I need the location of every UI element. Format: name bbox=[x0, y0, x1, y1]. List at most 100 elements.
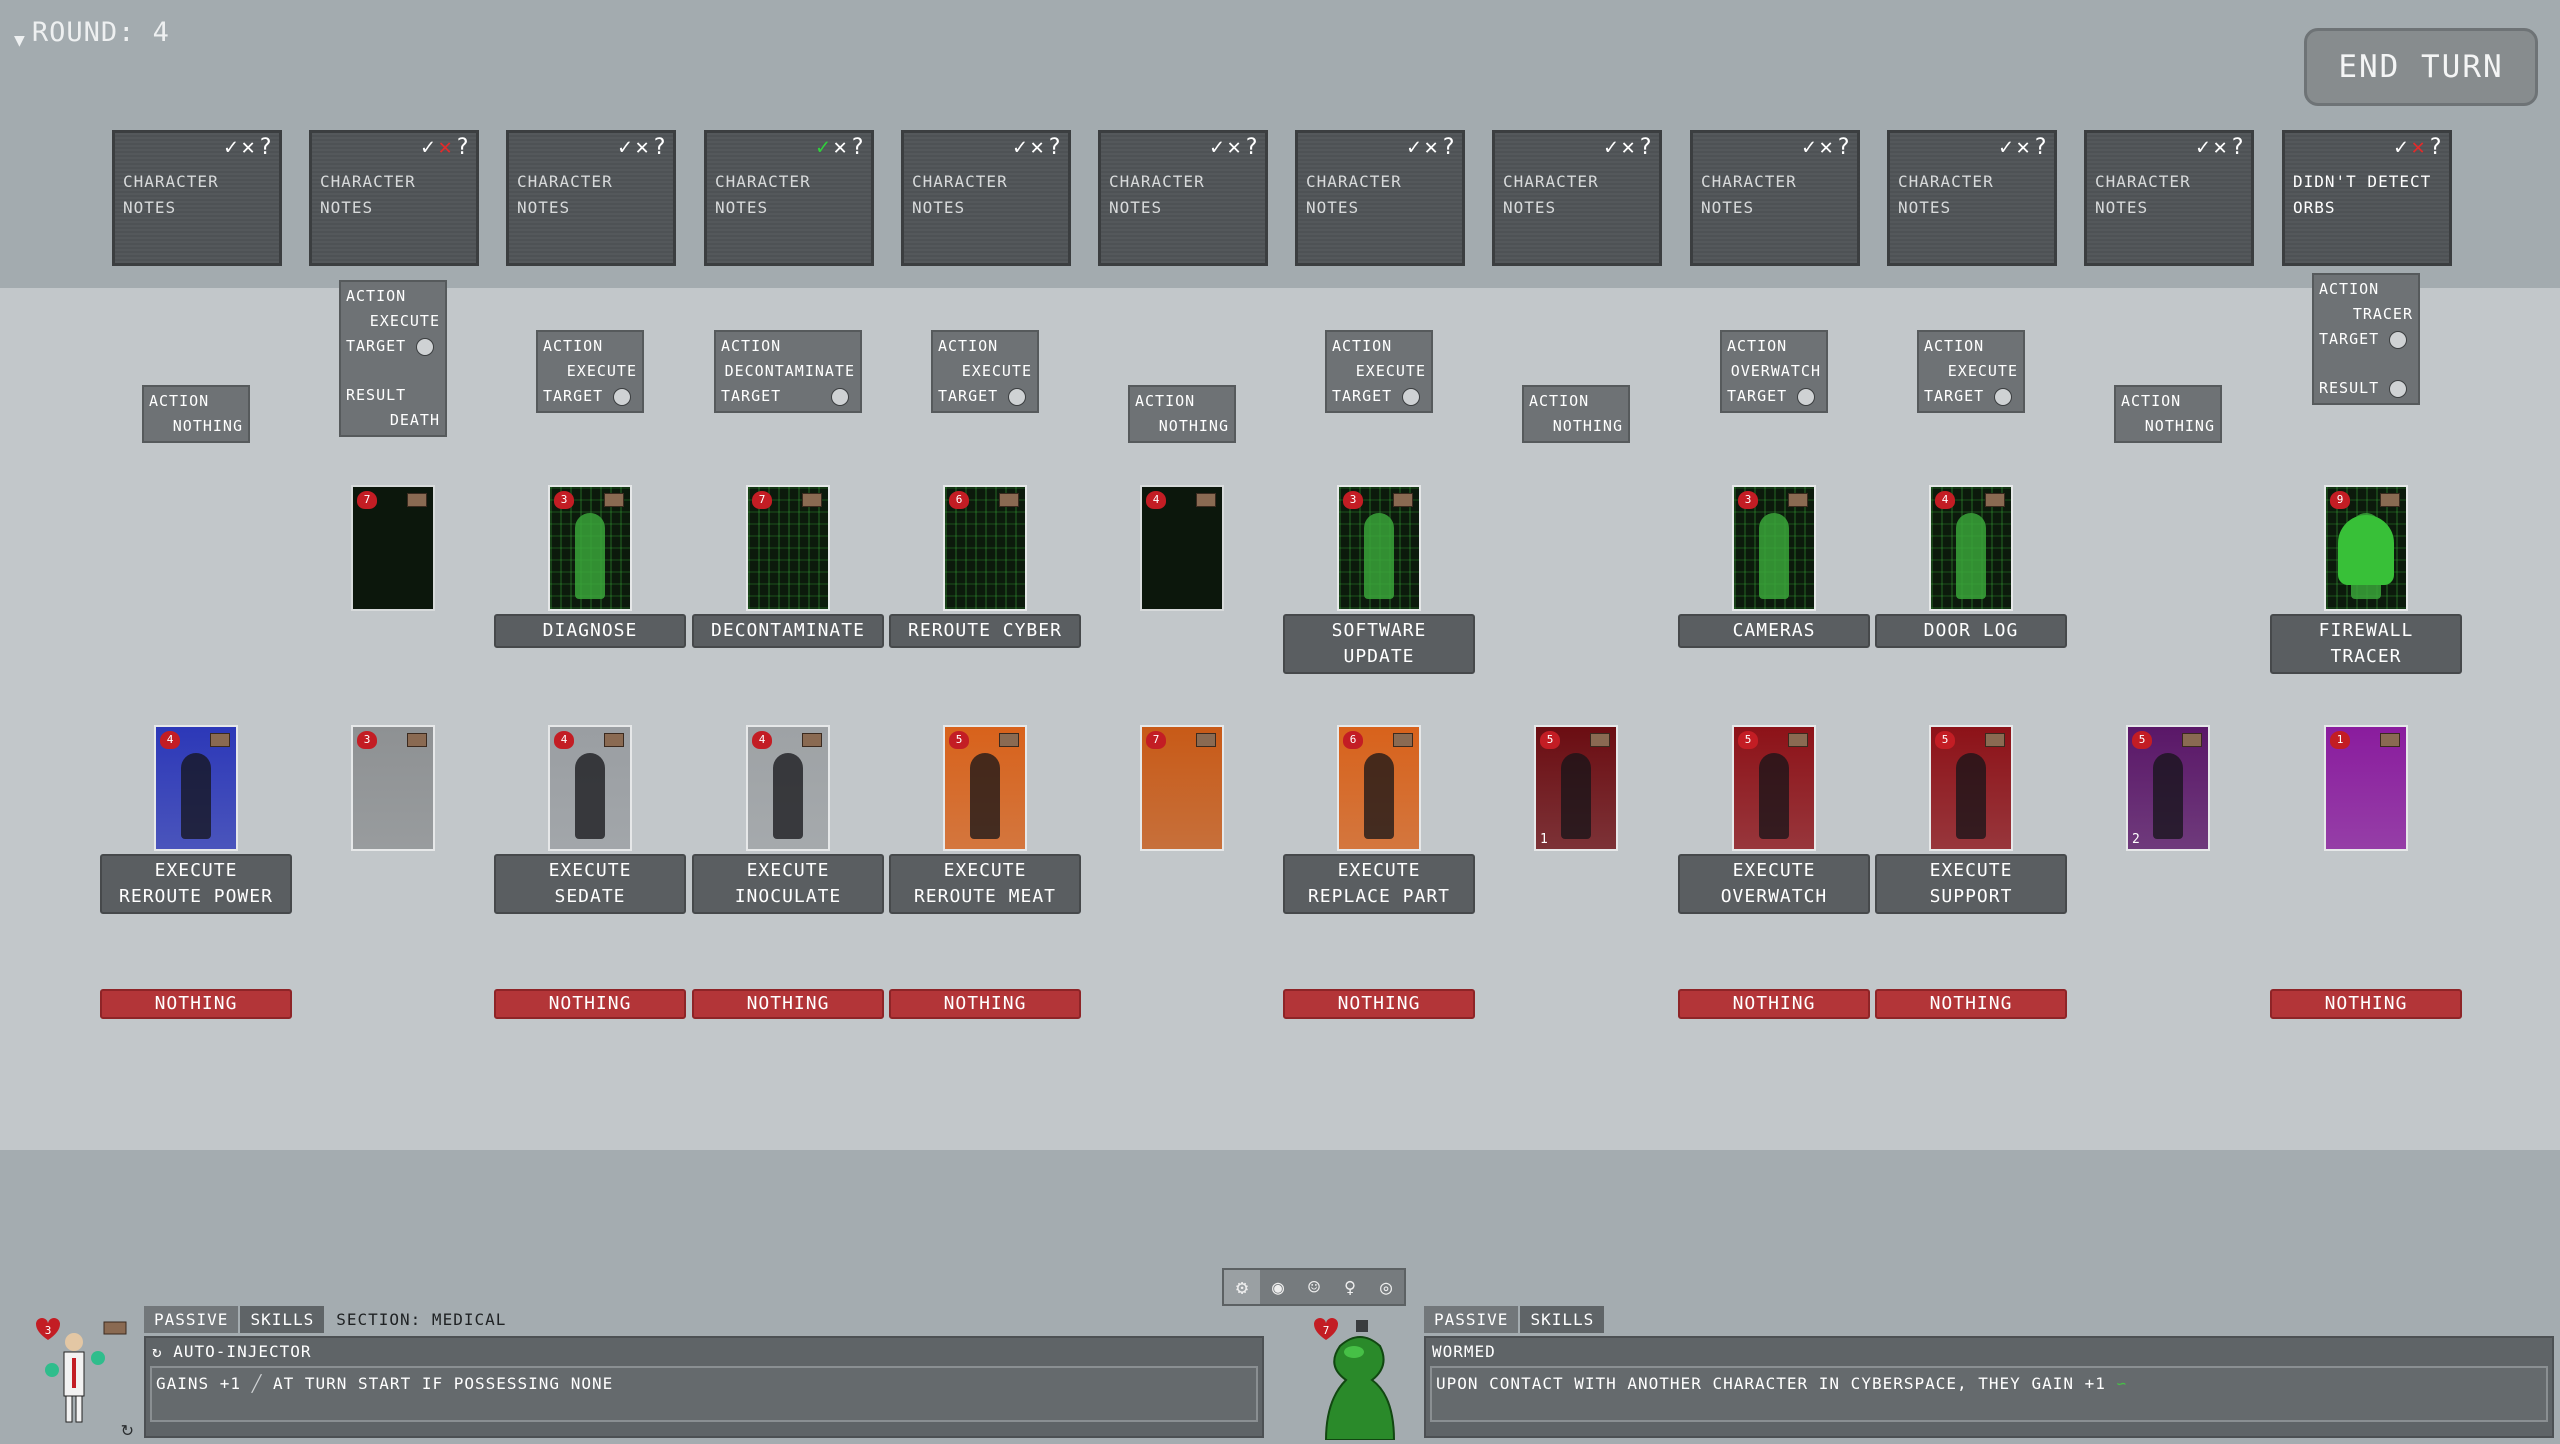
character-action-label[interactable]: EXECUTE OVERWATCH bbox=[1678, 854, 1870, 914]
action-summary-box[interactable]: ACTION NOTHING bbox=[2114, 385, 2222, 443]
action-summary-box[interactable]: ACTION DECONTAMINATE TARGET bbox=[714, 330, 862, 413]
question-icon[interactable]: ? bbox=[2429, 135, 2443, 160]
cyber-skill-label[interactable]: DECONTAMINATE bbox=[692, 614, 884, 648]
cyber-skill-label[interactable]: CAMERAS bbox=[1678, 614, 1870, 648]
cyber-skill-label[interactable]: DOOR LOG bbox=[1875, 614, 2067, 648]
character-action-label[interactable]: EXECUTE REROUTE POWER bbox=[100, 854, 292, 914]
question-icon[interactable]: ? bbox=[851, 135, 865, 160]
tab-skills[interactable]: SKILLS bbox=[1520, 1306, 1605, 1333]
cyber-skill-label[interactable]: SOFTWARE UPDATE bbox=[1283, 614, 1475, 674]
character-note-card[interactable]: ✓ ✕? CHARACTER NOTES bbox=[901, 130, 1071, 266]
action-summary-box[interactable]: ACTION OVERWATCH TARGET bbox=[1720, 330, 1828, 413]
x-icon[interactable]: ✕ bbox=[1820, 135, 1834, 160]
cyber-skill-label[interactable]: REROUTE CYBER bbox=[889, 614, 1081, 648]
character-note-card[interactable]: ✓ ✕? CHARACTER NOTES bbox=[1098, 130, 1268, 266]
worm-portrait[interactable]: 7 bbox=[1304, 1314, 1422, 1441]
check-icon[interactable]: ✓ bbox=[224, 135, 238, 160]
x-icon[interactable]: ✕ bbox=[1425, 135, 1439, 160]
character-card[interactable]: 51 bbox=[1534, 725, 1618, 851]
character-card[interactable]: 6 bbox=[1337, 725, 1421, 851]
character-note-card[interactable]: ✓ ✕? CHARACTER NOTES bbox=[1492, 130, 1662, 266]
check-icon[interactable]: ✓ bbox=[1604, 135, 1618, 160]
check-icon[interactable]: ✓ bbox=[1999, 135, 2013, 160]
tab-passive[interactable]: PASSIVE bbox=[1424, 1306, 1519, 1333]
action-summary-box[interactable]: ACTION NOTHING bbox=[1128, 385, 1236, 443]
x-icon[interactable]: ✕ bbox=[1622, 135, 1636, 160]
tab-passive[interactable]: PASSIVE bbox=[144, 1306, 239, 1333]
check-icon[interactable]: ✓ bbox=[816, 135, 830, 160]
x-icon[interactable]: ✕ bbox=[242, 135, 256, 160]
x-icon[interactable]: ✕ bbox=[1031, 135, 1045, 160]
character-note-card[interactable]: ✓ ✕? CHARACTER NOTES bbox=[704, 130, 874, 266]
cyber-card[interactable]: 4 bbox=[1140, 485, 1224, 611]
question-icon[interactable]: ? bbox=[1837, 135, 1851, 160]
doctor-portrait[interactable]: 3 ↻ bbox=[22, 1314, 140, 1440]
character-card[interactable]: 3 bbox=[351, 725, 435, 851]
round-indicator[interactable]: ▼ ROUND: 4 bbox=[14, 14, 170, 51]
check-icon[interactable]: ✓ bbox=[421, 135, 435, 160]
action-summary-box[interactable]: ACTION EXECUTE TARGET bbox=[931, 330, 1039, 413]
cyber-skill-label[interactable]: DIAGNOSE bbox=[494, 614, 686, 648]
check-icon[interactable]: ✓ bbox=[618, 135, 632, 160]
x-icon[interactable]: ✕ bbox=[439, 135, 453, 160]
character-card[interactable]: 4 bbox=[548, 725, 632, 851]
question-icon[interactable]: ? bbox=[2034, 135, 2048, 160]
character-card[interactable]: 7 bbox=[1140, 725, 1224, 851]
action-summary-box[interactable]: ACTION TRACER TARGET RESULT bbox=[2312, 273, 2420, 405]
cyber-card[interactable]: 4 bbox=[1929, 485, 2013, 611]
cyber-card[interactable]: 7 bbox=[746, 485, 830, 611]
check-icon[interactable]: ✓ bbox=[2394, 135, 2408, 160]
collapse-triangle-icon[interactable]: ▼ bbox=[14, 30, 26, 51]
x-icon[interactable]: ✕ bbox=[636, 135, 650, 160]
brain-icon[interactable]: ◎ bbox=[1368, 1270, 1404, 1304]
figure-icon[interactable]: ♀ bbox=[1332, 1270, 1368, 1304]
x-icon[interactable]: ✕ bbox=[2214, 135, 2228, 160]
character-note-card[interactable]: ✓ ✕? CHARACTER NOTES bbox=[1295, 130, 1465, 266]
character-note-card[interactable]: ✓ ✕? CHARACTER NOTES bbox=[506, 130, 676, 266]
character-action-label[interactable]: EXECUTE REPLACE PART bbox=[1283, 854, 1475, 914]
check-icon[interactable]: ✓ bbox=[2196, 135, 2210, 160]
character-note-card[interactable]: ✓ ✕? CHARACTER NOTES bbox=[2084, 130, 2254, 266]
orb-icon[interactable]: ◉ bbox=[1260, 1270, 1296, 1304]
x-icon[interactable]: ✕ bbox=[2017, 135, 2031, 160]
character-action-label[interactable]: EXECUTE SEDATE bbox=[494, 854, 686, 914]
character-note-card[interactable]: ✓ ✕? CHARACTER NOTES bbox=[1690, 130, 1860, 266]
x-icon[interactable]: ✕ bbox=[2412, 135, 2426, 160]
check-icon[interactable]: ✓ bbox=[1013, 135, 1027, 160]
face-icon[interactable]: ☺ bbox=[1296, 1270, 1332, 1304]
question-icon[interactable]: ? bbox=[1639, 135, 1653, 160]
cyber-card[interactable]: 3 bbox=[1732, 485, 1816, 611]
cyber-skill-label[interactable]: FIREWALL TRACER bbox=[2270, 614, 2462, 674]
character-note-card[interactable]: ✓ ✕? CHARACTER NOTES bbox=[309, 130, 479, 266]
action-summary-box[interactable]: ACTION EXECUTE TARGET bbox=[1917, 330, 2025, 413]
question-icon[interactable]: ? bbox=[456, 135, 470, 160]
action-summary-box[interactable]: ACTION NOTHING bbox=[1522, 385, 1630, 443]
action-summary-box[interactable]: ACTION EXECUTE TARGET bbox=[1325, 330, 1433, 413]
character-card[interactable]: 4 bbox=[154, 725, 238, 851]
character-card[interactable]: 4 bbox=[746, 725, 830, 851]
character-icon-tabs[interactable]: ⚙ ◉ ☺ ♀ ◎ bbox=[1222, 1268, 1406, 1306]
character-action-label[interactable]: EXECUTE INOCULATE bbox=[692, 854, 884, 914]
character-note-card[interactable]: ✓ ✕? DIDN'T DETECT ORBS bbox=[2282, 130, 2452, 266]
character-card[interactable]: 5 bbox=[1929, 725, 2013, 851]
cyber-card[interactable]: 6 bbox=[943, 485, 1027, 611]
question-icon[interactable]: ? bbox=[259, 135, 273, 160]
cyber-card[interactable]: 3 bbox=[1337, 485, 1421, 611]
character-action-label[interactable]: EXECUTE SUPPORT bbox=[1875, 854, 2067, 914]
x-icon[interactable]: ✕ bbox=[834, 135, 848, 160]
question-icon[interactable]: ? bbox=[2231, 135, 2245, 160]
globe-icon[interactable]: ⚙ bbox=[1224, 1270, 1260, 1304]
question-icon[interactable]: ? bbox=[653, 135, 667, 160]
character-card[interactable]: 5 bbox=[943, 725, 1027, 851]
check-icon[interactable]: ✓ bbox=[1802, 135, 1816, 160]
question-icon[interactable]: ? bbox=[1245, 135, 1259, 160]
check-icon[interactable]: ✓ bbox=[1210, 135, 1224, 160]
action-summary-box[interactable]: ACTION EXECUTE TARGET bbox=[536, 330, 644, 413]
character-action-label[interactable]: EXECUTE REROUTE MEAT bbox=[889, 854, 1081, 914]
cyber-card[interactable]: 9 bbox=[2324, 485, 2408, 611]
end-turn-button[interactable]: END TURN bbox=[2304, 28, 2538, 106]
character-card[interactable]: 5 bbox=[1732, 725, 1816, 851]
character-card[interactable]: 52 bbox=[2126, 725, 2210, 851]
action-summary-box[interactable]: ACTION NOTHING bbox=[142, 385, 250, 443]
tab-skills[interactable]: SKILLS bbox=[240, 1306, 325, 1333]
